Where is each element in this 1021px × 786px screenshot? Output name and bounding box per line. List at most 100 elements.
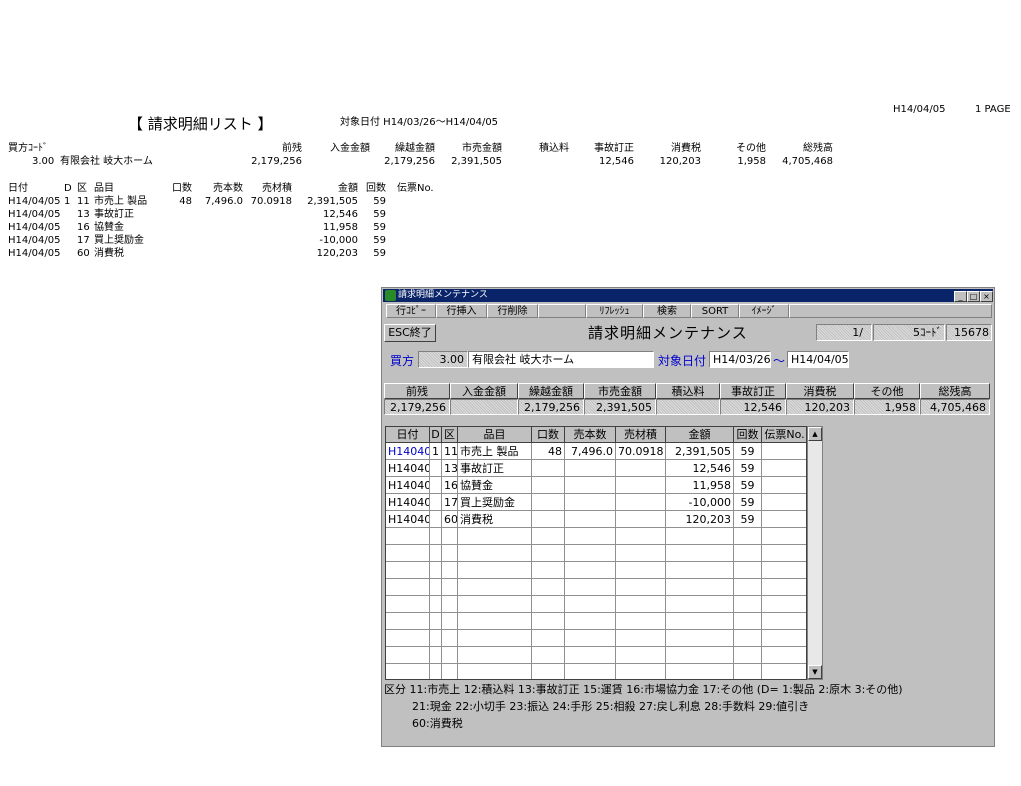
minimize-button[interactable]: _ xyxy=(954,291,967,302)
grid-empty-row[interactable] xyxy=(386,545,806,562)
grid-cell[interactable]: H140405 xyxy=(386,460,430,477)
grid-cell[interactable] xyxy=(565,647,616,664)
grid-header-cell[interactable]: 区 xyxy=(442,427,458,443)
grid-row[interactable]: H140405111市売上 製品487,496.070.09182,391,50… xyxy=(386,443,806,460)
grid-cell[interactable] xyxy=(458,664,532,679)
grid-cell[interactable] xyxy=(430,562,442,579)
grid-cell[interactable] xyxy=(666,613,734,630)
grid-cell[interactable]: 1 xyxy=(430,443,442,460)
grid-cell[interactable] xyxy=(532,664,565,679)
grid-cell[interactable] xyxy=(565,511,616,528)
grid-cell[interactable]: 59 xyxy=(734,511,762,528)
grid-cell[interactable] xyxy=(458,562,532,579)
grid-cell[interactable] xyxy=(532,545,565,562)
grid-cell[interactable] xyxy=(532,528,565,545)
grid-header-cell[interactable]: 品目 xyxy=(458,427,532,443)
grid-empty-row[interactable] xyxy=(386,528,806,545)
grid-cell[interactable] xyxy=(762,562,806,579)
grid-cell[interactable] xyxy=(532,477,565,494)
grid-cell[interactable]: 16 xyxy=(442,477,458,494)
grid-cell[interactable]: 11,958 xyxy=(666,477,734,494)
grid-cell[interactable] xyxy=(458,579,532,596)
grid-cell[interactable] xyxy=(458,647,532,664)
grid-cell[interactable] xyxy=(565,460,616,477)
grid-cell[interactable] xyxy=(762,528,806,545)
grid-cell[interactable] xyxy=(430,511,442,528)
grid-cell[interactable] xyxy=(762,545,806,562)
grid-cell[interactable] xyxy=(616,494,666,511)
grid-cell[interactable]: 12,546 xyxy=(666,460,734,477)
grid-cell[interactable]: 60 xyxy=(442,511,458,528)
maximize-button[interactable]: □ xyxy=(967,291,980,302)
close-button[interactable]: × xyxy=(980,291,993,302)
grid-empty-row[interactable] xyxy=(386,596,806,613)
grid-cell[interactable] xyxy=(565,664,616,679)
grid-cell[interactable]: 59 xyxy=(734,443,762,460)
grid-cell[interactable] xyxy=(442,596,458,613)
grid-cell[interactable] xyxy=(532,613,565,630)
grid-row[interactable]: H140405 60消費税 120,20359 xyxy=(386,511,806,528)
grid-cell[interactable] xyxy=(430,647,442,664)
search-button[interactable]: 検索 xyxy=(643,304,691,318)
grid-cell[interactable] xyxy=(565,630,616,647)
grid-cell[interactable] xyxy=(532,494,565,511)
image-button[interactable]: ｲﾒｰｼﾞ xyxy=(739,304,789,318)
grid-cell[interactable] xyxy=(762,494,806,511)
grid-cell[interactable] xyxy=(458,630,532,647)
grid-cell[interactable] xyxy=(442,528,458,545)
grid-cell[interactable] xyxy=(734,596,762,613)
grid-cell[interactable] xyxy=(442,630,458,647)
grid-cell[interactable]: 7,496.0 xyxy=(565,443,616,460)
row-copy-button[interactable]: 行ｺﾋﾟｰ xyxy=(386,304,436,318)
grid-cell[interactable]: 買上奨励金 xyxy=(458,494,532,511)
grid-cell[interactable] xyxy=(616,647,666,664)
grid-cell[interactable] xyxy=(458,545,532,562)
grid-cell[interactable] xyxy=(430,528,442,545)
grid-empty-row[interactable] xyxy=(386,562,806,579)
grid-cell[interactable]: 13 xyxy=(442,460,458,477)
grid-cell[interactable] xyxy=(442,562,458,579)
grid-empty-row[interactable] xyxy=(386,647,806,664)
grid-cell[interactable] xyxy=(430,494,442,511)
grid-empty-row[interactable] xyxy=(386,613,806,630)
grid-cell[interactable] xyxy=(430,477,442,494)
grid-cell[interactable] xyxy=(616,613,666,630)
grid-cell[interactable] xyxy=(666,579,734,596)
vertical-scrollbar[interactable]: ▲ ▼ xyxy=(807,426,823,680)
refresh-button[interactable]: ﾘﾌﾚｯｼｭ xyxy=(586,304,643,318)
grid-cell[interactable] xyxy=(762,630,806,647)
grid-cell[interactable] xyxy=(430,579,442,596)
grid-header-cell[interactable]: 回数 xyxy=(734,427,762,443)
grid-cell[interactable] xyxy=(616,630,666,647)
grid-cell[interactable]: 48 xyxy=(532,443,565,460)
grid-cell[interactable] xyxy=(430,630,442,647)
grid-cell[interactable] xyxy=(616,664,666,679)
grid-cell[interactable] xyxy=(565,562,616,579)
grid-cell[interactable] xyxy=(734,579,762,596)
grid-cell[interactable] xyxy=(616,579,666,596)
grid-cell[interactable] xyxy=(458,613,532,630)
grid-cell[interactable] xyxy=(616,562,666,579)
grid-cell[interactable] xyxy=(734,613,762,630)
grid-row[interactable]: H140405 13事故訂正 12,54659 xyxy=(386,460,806,477)
grid-cell[interactable] xyxy=(762,647,806,664)
grid-cell[interactable]: 59 xyxy=(734,460,762,477)
grid-cell[interactable] xyxy=(386,630,430,647)
esc-exit-button[interactable]: ESC終了 xyxy=(384,324,436,342)
grid-cell[interactable] xyxy=(762,460,806,477)
grid-cell[interactable] xyxy=(565,579,616,596)
grid-cell[interactable] xyxy=(762,664,806,679)
grid-cell[interactable] xyxy=(532,460,565,477)
grid-cell[interactable] xyxy=(532,562,565,579)
grid-cell[interactable]: 市売上 製品 xyxy=(458,443,532,460)
grid-header-cell[interactable]: 売本数 xyxy=(565,427,616,443)
grid-cell[interactable] xyxy=(386,647,430,664)
buyer-code-field[interactable]: 3.00 xyxy=(418,351,468,368)
grid-cell[interactable] xyxy=(532,511,565,528)
grid-header-cell[interactable]: D xyxy=(430,427,442,443)
grid-cell[interactable] xyxy=(386,562,430,579)
grid-cell[interactable]: 消費税 xyxy=(458,511,532,528)
grid-cell[interactable] xyxy=(430,460,442,477)
detail-grid[interactable]: 日付D区品目口数売本数売材積金額回数伝票No.H140405111市売上 製品4… xyxy=(385,426,807,680)
date-to-field[interactable]: H14/04/05 xyxy=(787,351,849,368)
